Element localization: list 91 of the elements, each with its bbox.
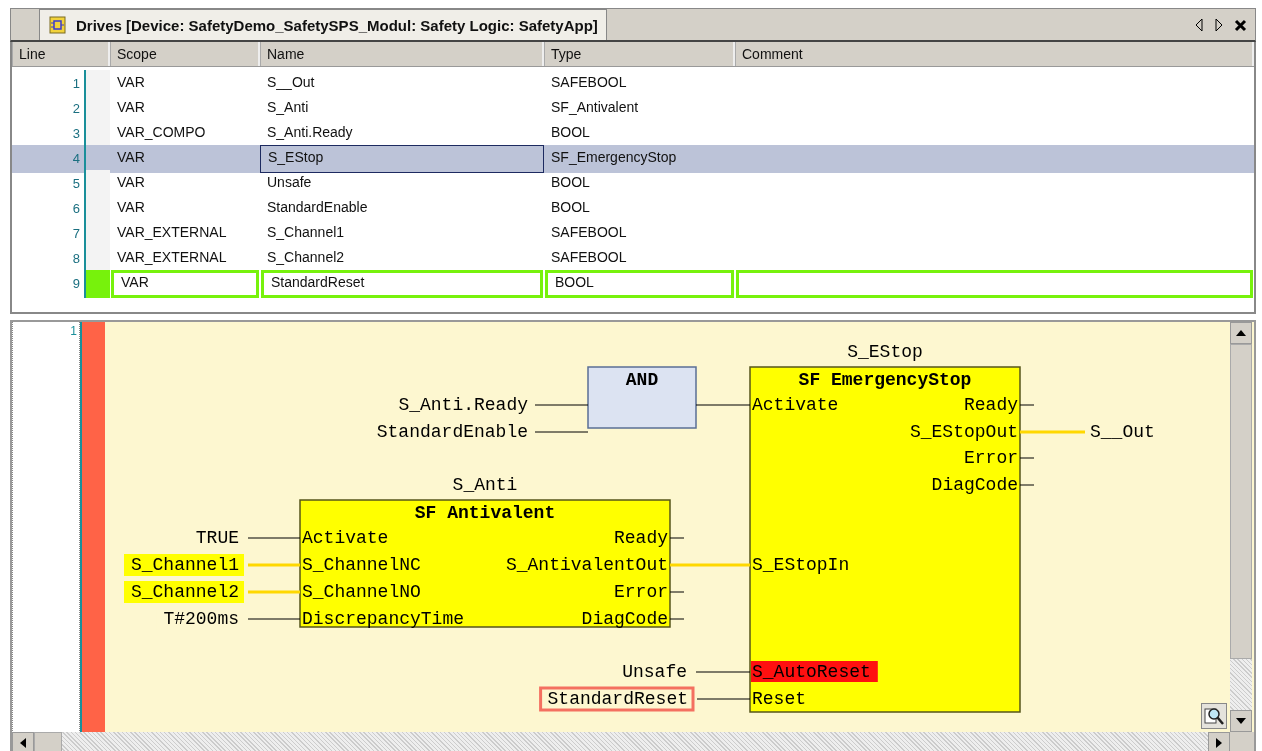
variable-label[interactable]: TRUE — [188, 527, 244, 549]
scroll-up-button[interactable] — [1230, 322, 1252, 344]
table-cell[interactable]: SAFEBOOL — [544, 70, 735, 98]
column-header[interactable]: Line — [12, 42, 110, 66]
table-cell[interactable]: StandardReset — [261, 270, 543, 298]
variable-label[interactable]: StandardReset — [539, 686, 695, 712]
instance-name[interactable]: S_Anti — [452, 475, 518, 495]
table-cell[interactable]: StandardEnable — [260, 195, 544, 223]
table-cell[interactable]: SAFEBOOL — [544, 245, 735, 273]
up-arrow-icon — [1236, 330, 1246, 336]
table-cell[interactable]: BOOL — [544, 120, 735, 148]
pin-label: DiagCode — [931, 475, 1018, 495]
table-cell[interactable]: BOOL — [544, 170, 735, 198]
column-header[interactable]: Comment — [735, 42, 1254, 66]
variable-label[interactable]: S_Anti.Ready — [398, 395, 528, 415]
table-cell[interactable]: SF_EmergencyStop — [544, 145, 735, 173]
table-cell[interactable]: S__Out — [260, 70, 544, 98]
instance-name[interactable]: S_EStop — [847, 342, 923, 362]
pin-label: Activate — [752, 395, 839, 415]
table-cell[interactable]: VAR — [110, 95, 260, 123]
pin-label: S_EStopIn — [752, 555, 850, 575]
table-cell[interactable]: VAR — [110, 145, 260, 173]
table-cell[interactable]: S_Anti.Ready — [260, 120, 544, 148]
wire-line — [534, 431, 589, 433]
table-cell[interactable]: VAR_EXTERNAL — [110, 245, 260, 273]
table-cell[interactable]: VAR_COMPO — [110, 120, 260, 148]
scroll-thumb[interactable] — [1230, 344, 1252, 659]
column-header[interactable]: Name — [260, 42, 544, 66]
table-cell[interactable]: S_Anti — [260, 95, 544, 123]
scroll-right-button[interactable] — [1208, 732, 1230, 751]
table-cell[interactable]: S_Channel1 — [260, 220, 544, 248]
comment-cell[interactable] — [736, 270, 1253, 298]
scroll-down-button[interactable] — [1230, 710, 1252, 732]
scrollbar-corner — [1230, 732, 1254, 751]
variable-label[interactable]: S_Channel1 — [124, 554, 244, 576]
table-cell[interactable]: BOOL — [544, 195, 735, 223]
editor-tab[interactable]: Drives [Device: SafetyDemo_SafetySPS_Modul: Safety Logic: SafetyApp] — [39, 9, 607, 40]
wire-line — [534, 404, 589, 406]
function-block[interactable] — [749, 366, 1021, 713]
vertical-scrollbar[interactable] — [1230, 322, 1252, 732]
tab-title: Drives [Device: SafetyDemo_SafetySPS_Modul: Safety Logic: SafetyApp] — [76, 16, 598, 34]
pin-label: DiscrepancyTime — [302, 609, 465, 629]
table-cell[interactable]: VAR — [111, 270, 259, 298]
pin-label: Error — [964, 448, 1018, 468]
function-block[interactable] — [299, 499, 671, 628]
column-header[interactable]: Scope — [110, 42, 260, 66]
block-icon — [48, 15, 68, 35]
zoom-icon[interactable] — [1201, 703, 1227, 729]
table-cell[interactable]: BOOL — [545, 270, 734, 298]
table-cell[interactable]: SAFEBOOL — [544, 220, 735, 248]
table-cell[interactable]: S_Channel2 — [260, 245, 544, 273]
table-cell[interactable]: VAR — [110, 170, 260, 198]
network-number: 1 — [70, 324, 78, 338]
pin-label: Activate — [302, 528, 389, 548]
variable-label[interactable]: S_Channel2 — [124, 581, 244, 603]
variable-label[interactable]: S__Out — [1090, 422, 1155, 442]
scroll-right-icon[interactable] — [1214, 18, 1224, 32]
table-cell[interactable]: S_EStop — [260, 145, 544, 173]
pin-label: S_ChannelNO — [302, 582, 421, 602]
and-block[interactable] — [587, 366, 697, 429]
pin-label: Error — [614, 582, 668, 602]
comment-cell[interactable] — [735, 145, 1254, 173]
line-number: 4 — [12, 145, 86, 173]
block-title: AND — [625, 370, 659, 390]
table-cell[interactable]: SF_Antivalent — [544, 95, 735, 123]
pin-label: S_ChannelNC — [302, 555, 421, 575]
pin-label: Ready — [964, 395, 1018, 415]
block-title: SF EmergencyStop — [798, 370, 972, 390]
variable-label[interactable]: T#200ms — [156, 608, 244, 630]
left-arrow-icon — [20, 737, 26, 748]
pin-label: S_AutoReset — [751, 661, 878, 682]
variable-label[interactable]: Unsafe — [615, 661, 692, 683]
table-cell[interactable]: VAR_EXTERNAL — [110, 220, 260, 248]
scroll-left-icon[interactable] — [1194, 18, 1204, 32]
table-cell[interactable]: Unsafe — [260, 170, 544, 198]
close-icon[interactable] — [1234, 18, 1247, 32]
pin-label: S_EStopOut — [909, 422, 1018, 442]
pin-label: S_AntivalentOut — [505, 555, 668, 575]
right-arrow-icon — [1216, 737, 1222, 748]
column-header[interactable]: Type — [544, 42, 735, 66]
block-title: SF Antivalent — [414, 503, 556, 523]
horizontal-scrollbar[interactable] — [12, 732, 1254, 751]
pin-label: Reset — [752, 689, 806, 709]
table-cell[interactable]: VAR — [110, 70, 260, 98]
down-arrow-icon — [1236, 718, 1246, 724]
variable-label[interactable]: StandardEnable — [376, 422, 528, 442]
scroll-thumb[interactable] — [34, 732, 62, 751]
pin-label: Ready — [614, 528, 668, 548]
scroll-left-button[interactable] — [12, 732, 34, 751]
table-cell[interactable]: VAR — [110, 195, 260, 223]
pin-label: DiagCode — [581, 609, 668, 629]
